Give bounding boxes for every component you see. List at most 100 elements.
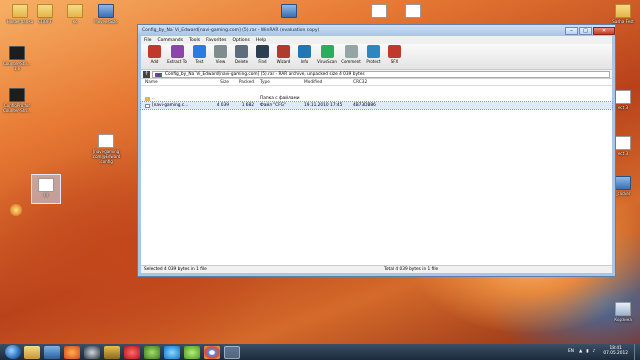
menu-help[interactable]: Help [256,38,266,43]
list-item-config[interactable]: [navi-gaming.c... 4 039 1 682 Файл "CFG"… [140,101,613,110]
column-type[interactable]: Type [254,80,304,85]
status-bar: Selected 4 039 bytes in 1 file Total 4 0… [141,265,612,273]
column-name[interactable]: Name [141,80,207,85]
find-button[interactable]: Find [252,45,273,69]
column-modified[interactable]: Modified [304,80,353,85]
folder-icon [37,4,53,18]
desktop-icon-counter-strike[interactable]: Counter-Stri... 1.6 [0,46,34,71]
app-icon [615,176,631,190]
comment-button[interactable]: Comment [339,45,363,69]
maximize-button[interactable]: □ [579,26,592,35]
menu-file[interactable]: File [144,38,152,43]
desktop-icon-doc-a[interactable] [362,4,396,19]
menu-options[interactable]: Options [232,38,249,43]
taskbar-steam-icon[interactable] [84,345,100,359]
column-headers: Name Size Packed Type Modified CRC32 [141,79,612,86]
taskbar-explorer-icon[interactable] [24,345,40,359]
desktop-icon-label: Корзина [614,317,632,322]
view-button[interactable]: View [210,45,231,69]
mouse-cursor-highlight [10,204,22,216]
address-bar: ↑ Config_by_Na`Vi_Edward[navi-gaming.com… [141,70,612,79]
test-icon [193,45,206,58]
desktop-icon-label: кс [72,19,78,24]
volume-icon[interactable]: ♪ [593,349,596,354]
find-icon [256,45,269,58]
network-tray-icon[interactable]: ▮ [586,349,588,354]
window-content: File Commands Tools Favorites Options He… [140,36,613,273]
wizard-button[interactable]: Wizard [273,45,294,69]
folder-icon [615,4,631,18]
delete-icon [235,45,248,58]
menu-favorites[interactable]: Favorites [206,38,226,43]
add-button[interactable]: Add [144,45,165,69]
taskbar-opera-icon[interactable] [124,345,140,359]
taskbar-winrar-icon[interactable] [224,345,240,359]
language-indicator[interactable]: EN [568,349,574,354]
sfx-button[interactable]: SFX [384,45,405,69]
menu-commands[interactable]: Commands [158,38,183,43]
info-button[interactable]: Info [294,45,315,69]
network-icon [281,4,297,18]
desktop-icon-ks[interactable]: кс [58,4,92,24]
comment-icon [344,45,358,58]
status-total: Total 4 039 bytes in 1 file [384,267,439,272]
virusscan-icon [320,45,334,58]
extract-icon [170,45,184,58]
start-button[interactable] [5,345,21,359]
tray-arrow-icon[interactable]: ▲ [579,349,582,354]
list-item-parent[interactable]: .. Папка с файлами [141,95,612,102]
desktop-icon-sport[interactable]: СПОРТ [28,4,62,24]
file-icon [405,4,421,18]
counter-strike-icon [9,88,25,102]
up-folder-button[interactable]: ↑ [143,70,150,78]
wizard-icon [277,45,290,58]
desktop-icon-right-1[interactable]: Sasha Fest [606,4,640,24]
virusscan-button[interactable]: VirusScan [315,45,339,69]
close-button[interactable]: ✕ [593,26,615,35]
menu-bar: File Commands Tools Favorites Options He… [141,36,612,44]
taskbar-chrome-icon[interactable] [204,345,220,359]
folder-icon [67,4,83,18]
desktop-icon-network[interactable] [272,4,306,19]
clock-date: 07.05.2012 [603,351,628,356]
clock[interactable]: 18:41 07.05.2012 [603,346,628,356]
desktop-icon-config-file[interactable]: [navi-gaming .com@Edward .config [89,134,123,164]
taskbar-game-icon[interactable] [104,345,120,359]
extract-to-button[interactable]: Extract To [165,45,189,69]
archive-icon [155,72,162,77]
column-size[interactable]: Size [207,80,229,85]
status-selected: Selected 4 039 bytes in 1 file [144,267,207,272]
delete-button[interactable]: Delete [231,45,252,69]
window-title: Config_by_Na`Vi_Edward[navi-gaming.com] … [142,28,320,33]
info-icon [298,45,311,58]
desktop-icon-label: MoveesSize [94,19,118,24]
archive-path[interactable]: Config_by_Na`Vi_Edward[navi-gaming.com] … [152,70,610,78]
taskbar-firefox-icon[interactable] [64,345,80,359]
taskbar-utorrent-icon[interactable] [144,345,160,359]
protect-icon [367,45,380,58]
recycle-bin-icon [615,302,631,316]
desktop-icon-movees[interactable]: MoveesSize [89,4,123,24]
folder-icon [12,4,28,18]
system-tray: EN ▲ ▮ ♪ 18:41 07.05.2012 [568,346,628,356]
test-button[interactable]: Test [189,45,210,69]
desktop-icon-label: !!! [43,193,49,198]
taskbar-skype-icon[interactable] [164,345,180,359]
show-desktop-button[interactable] [634,344,640,360]
taskbar-media-player-icon[interactable] [44,345,60,359]
menu-tools[interactable]: Tools [189,38,200,43]
file-list: .. Папка с файлами [navi-gaming.c... 4 0… [140,95,613,265]
desktop-icon-configpro[interactable]: ConfigPro for Counter-Stri... [0,88,34,113]
recycle-bin[interactable]: Корзина [606,302,640,322]
window-titlebar[interactable]: Config_by_Na`Vi_Edward[navi-gaming.com] … [138,25,615,36]
desktop-icon-dragged[interactable]: !!! [29,178,63,198]
column-packed[interactable]: Packed [229,80,254,85]
minimize-button[interactable]: – [565,26,578,35]
file-icon [145,103,150,108]
protect-button[interactable]: Protect [363,45,384,69]
taskbar-qip-icon[interactable] [184,345,200,359]
desktop-icon-doc-b[interactable] [396,4,430,19]
desktop-icon-label: Counter-Stri... 1.6 [3,61,31,71]
sfx-icon [388,45,401,58]
column-crc32[interactable]: CRC32 [353,80,393,85]
